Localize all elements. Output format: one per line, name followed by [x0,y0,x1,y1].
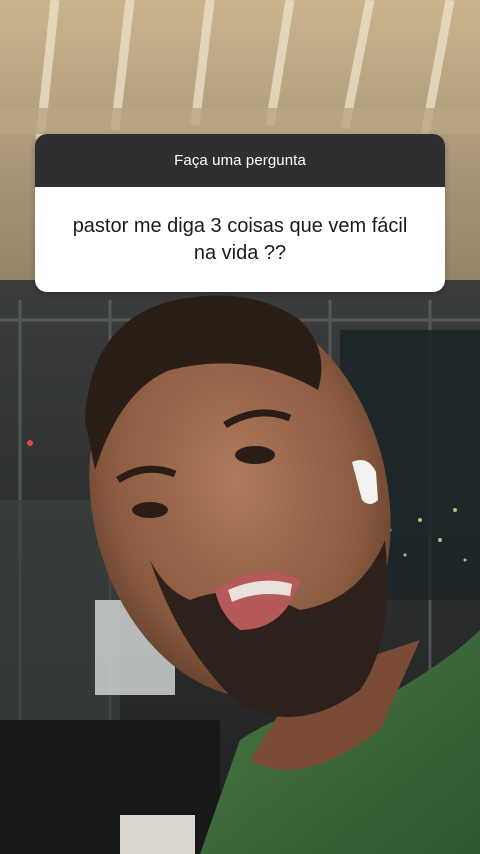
question-sticker-header: Faça uma pergunta [35,134,445,187]
ceiling-beam [0,108,480,134]
question-text: pastor me diga 3 coisas que vem fácil na… [72,214,408,264]
video-frame [0,0,480,854]
red-light [27,440,33,446]
question-sticker[interactable]: Faça uma pergunta pastor me diga 3 coisa… [35,134,445,292]
person-eye-right [235,446,275,464]
story-viewer: Faça uma pergunta pastor me diga 3 coisa… [0,0,480,854]
monitor-edge [120,815,195,854]
person-eye-left [132,502,168,518]
